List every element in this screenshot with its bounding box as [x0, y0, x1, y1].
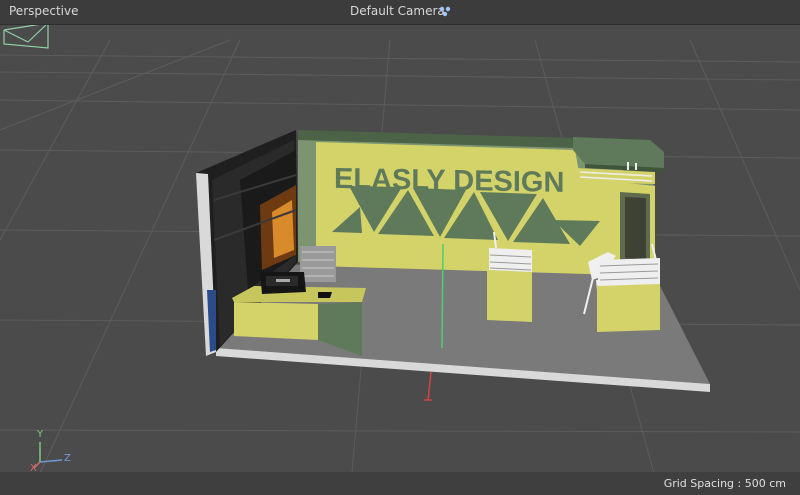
camera-label[interactable]: Default Camera — [350, 4, 445, 18]
viewport-header: Perspective Default Camera — [0, 0, 800, 25]
grid-spacing-label: Grid Spacing : 500 cm — [663, 477, 786, 490]
booth-canopy[interactable] — [573, 137, 664, 184]
view-mode-label[interactable]: Perspective — [9, 4, 79, 18]
axis-x-label: X — [30, 463, 37, 474]
camera-dots-icon[interactable] — [438, 4, 452, 18]
booth-display-screen — [300, 246, 336, 282]
camera-frustum — [3, 22, 49, 49]
booth-door[interactable] — [620, 192, 650, 265]
axis-z-label: Z — [64, 453, 71, 464]
3d-viewport[interactable]: ELASLY DESIGN Perspective Default Camera… — [0, 0, 800, 495]
origin-marker — [424, 371, 432, 401]
viewport-scene[interactable]: ELASLY DESIGN — [0, 0, 800, 495]
axis-y-label: Y — [37, 429, 44, 440]
axis-gizmo-icon: Y Z X — [28, 428, 80, 474]
y-axis-guide — [441, 243, 444, 349]
